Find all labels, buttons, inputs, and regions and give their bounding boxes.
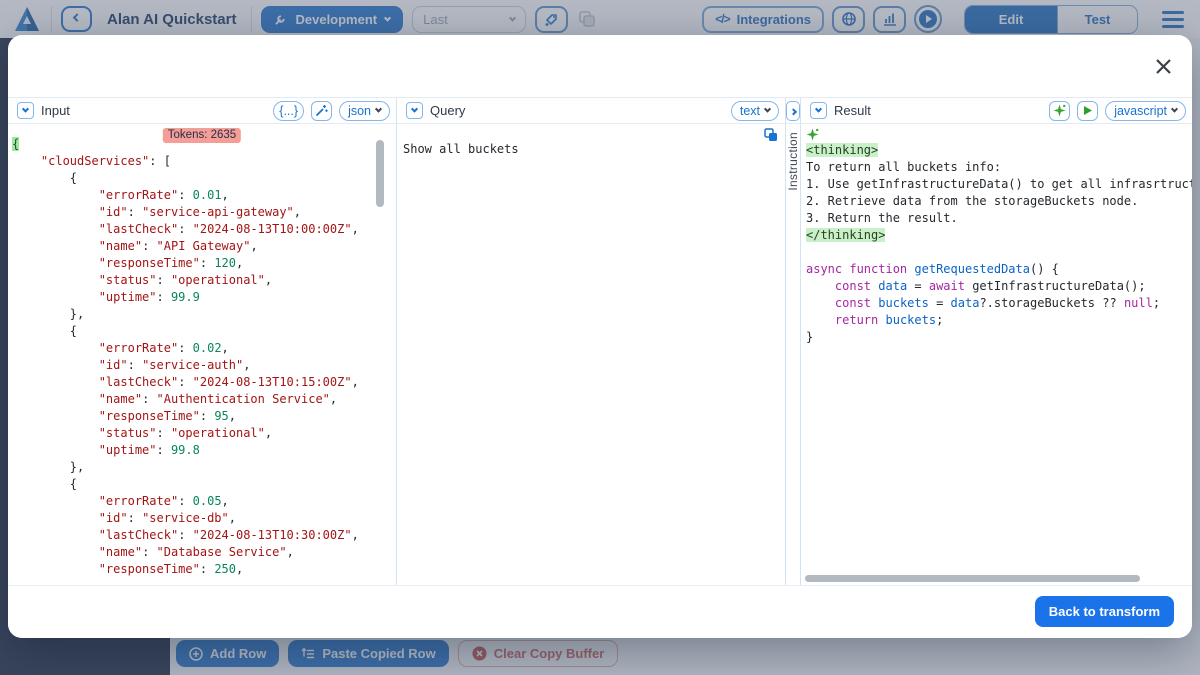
input-mode-value: json [348, 104, 371, 118]
result-mode-value: javascript [1114, 104, 1167, 118]
input-mode-select[interactable]: json [339, 101, 390, 121]
input-json-editor[interactable]: { "cloudServices": [ { "errorRate": 0.01… [8, 124, 396, 578]
input-editor-panel: Tokens: 2635 { "cloudServices": [ { "err… [8, 124, 397, 585]
input-panel-header: Input {...} json [8, 98, 397, 123]
instruction-expand-button[interactable] [786, 101, 800, 121]
result-horizontal-scrollbar[interactable] [805, 575, 1140, 582]
generate-button[interactable] [1049, 101, 1070, 121]
modal-footer: Back to transform [8, 585, 1192, 638]
query-collapse-button[interactable] [406, 102, 423, 119]
result-panel-title: Result [834, 103, 871, 118]
input-vertical-scrollbar[interactable] [376, 140, 384, 207]
query-panel-title: Query [430, 103, 465, 118]
instruction-tab[interactable]: Instruction [786, 132, 800, 191]
panel-header-row: Input {...} json Query [8, 97, 1192, 124]
panel-body-row: Tokens: 2635 { "cloudServices": [ { "err… [8, 124, 1192, 585]
input-collapse-button[interactable] [17, 102, 34, 119]
magic-fill-button[interactable] [311, 101, 332, 121]
sparkle-icon [1053, 104, 1066, 117]
chevron-right-icon [789, 108, 796, 115]
format-json-button[interactable]: {...} [273, 101, 304, 121]
result-mode-select[interactable]: javascript [1105, 101, 1186, 121]
instruction-collapsed-panel: Instruction [786, 124, 801, 585]
chevron-down-icon [815, 106, 822, 113]
result-panel-header: Result javascript [801, 98, 1192, 123]
query-editor-panel: Show all buckets [397, 124, 786, 585]
run-result-button[interactable] [1077, 101, 1098, 121]
query-text-editor[interactable]: Show all buckets [397, 124, 785, 158]
result-code-editor[interactable]: <thinking>To return all buckets info:1. … [801, 140, 1192, 346]
chevron-down-icon [411, 106, 418, 113]
chevron-down-icon [22, 106, 29, 113]
close-icon [1155, 58, 1172, 75]
instruction-panel-header [786, 98, 801, 123]
input-panel-title: Input [41, 103, 70, 118]
play-icon [1082, 105, 1093, 116]
query-panel-header: Query text [397, 98, 786, 123]
chevron-down-icon [1171, 106, 1178, 113]
sparkle-icon [806, 128, 819, 141]
tokens-badge: Tokens: 2635 [163, 128, 241, 143]
result-collapse-button[interactable] [810, 102, 827, 119]
chevron-down-icon [764, 106, 771, 113]
query-mode-value: text [740, 104, 760, 118]
query-mode-select[interactable]: text [731, 101, 779, 121]
result-editor-panel: <thinking>To return all buckets info:1. … [801, 124, 1192, 585]
screen: Alan AI Quickstart Development Last </> [0, 0, 1200, 675]
copy-icon[interactable] [764, 128, 778, 142]
magic-wand-icon [315, 104, 328, 117]
result-sparkle-row [801, 124, 1192, 140]
chevron-down-icon [375, 106, 382, 113]
back-to-transform-button[interactable]: Back to transform [1035, 596, 1174, 627]
close-button[interactable] [1150, 53, 1176, 79]
transform-modal: Input {...} json Query [8, 35, 1192, 638]
